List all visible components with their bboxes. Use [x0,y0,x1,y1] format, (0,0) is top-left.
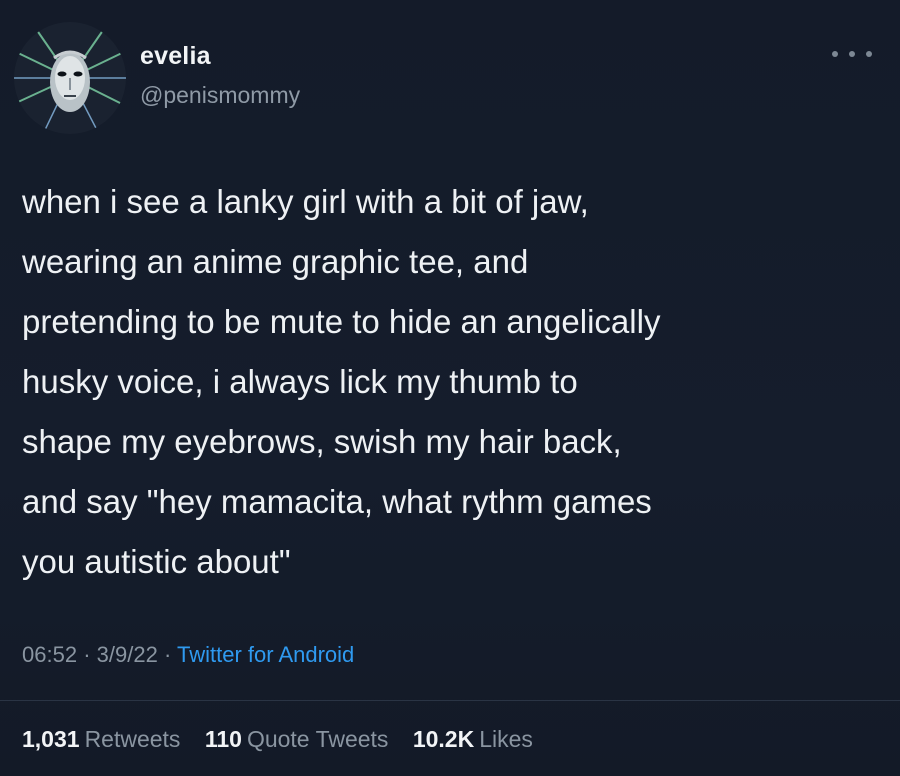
avatar[interactable] [14,22,126,134]
tweet-meta: 06:52 · 3/9/22 · Twitter for Android [22,642,354,668]
dot [832,51,838,57]
dot [866,51,872,57]
dot [849,51,855,57]
tweet-card: evelia @penismommy when i see a lanky gi… [0,0,900,776]
retweets-stat[interactable]: 1,031 Retweets [22,726,180,753]
user-handle[interactable]: @penismommy [140,82,300,109]
likes-stat[interactable]: 10.2K Likes [413,726,533,753]
likes-count: 10.2K [412,726,475,752]
tweet-date[interactable]: 3/9/22 [97,642,158,667]
quote-tweets-count: 110 [204,726,242,752]
tweet-time[interactable]: 06:52 [22,642,77,667]
tweet-source-link[interactable]: Twitter for Android [177,642,354,667]
retweets-label: Retweets [84,726,181,752]
separator: · [163,642,177,667]
display-name[interactable]: evelia [140,42,211,71]
quote-tweets-label: Quote Tweets [246,726,389,752]
likes-label: Likes [479,726,533,752]
more-options-icon[interactable] [832,44,872,64]
divider [0,700,900,701]
tweet-stats: 1,031 Retweets 110 Quote Tweets 10.2K Likes [22,726,551,753]
separator: · [83,642,97,667]
robot-face-icon [14,22,126,134]
tweet-text: when i see a lanky girl with a bit of ja… [22,183,661,580]
retweets-count: 1,031 [22,726,80,752]
quote-tweets-stat[interactable]: 110 Quote Tweets [205,726,389,753]
